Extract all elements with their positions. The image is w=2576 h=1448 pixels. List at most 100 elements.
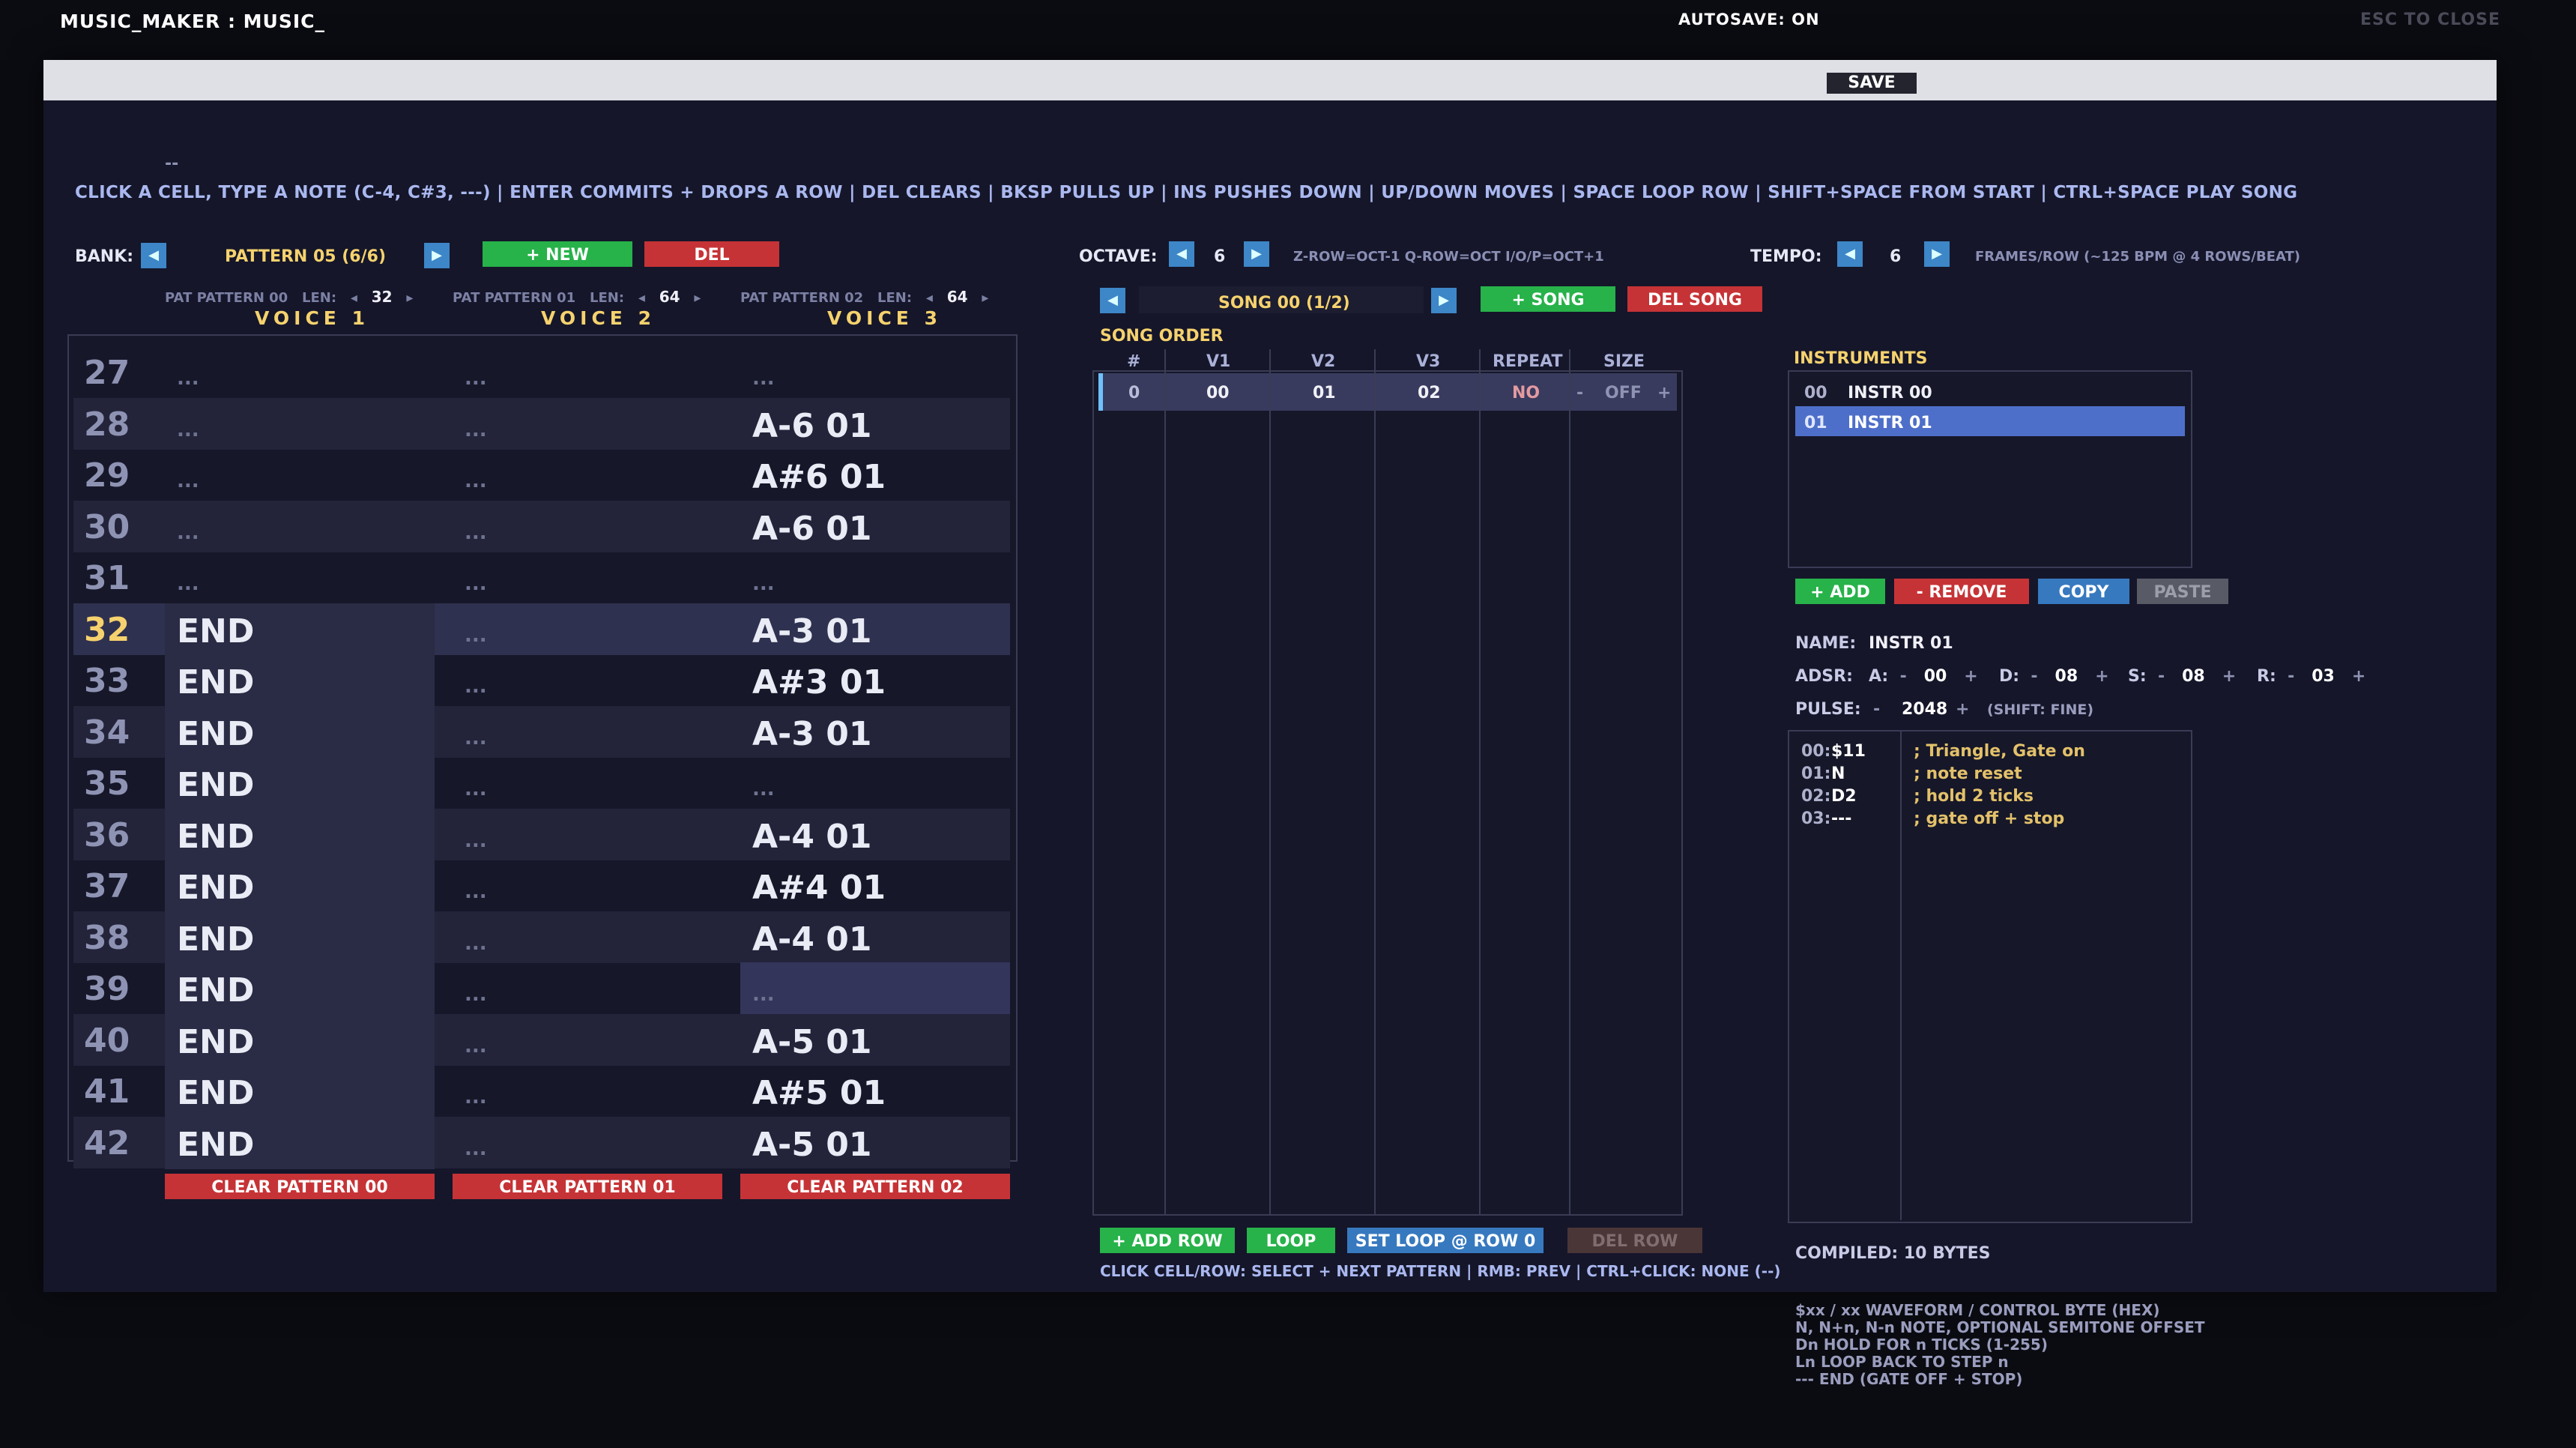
- pattern-cell[interactable]: A-6 01: [752, 510, 871, 548]
- release-plus-button[interactable]: +: [2352, 667, 2365, 686]
- clear-pattern-01-button[interactable]: CLEAR PATTERN 01: [453, 1174, 722, 1199]
- set-loop-button[interactable]: SET LOOP @ ROW 0: [1347, 1228, 1544, 1253]
- add-row-button[interactable]: + ADD ROW: [1100, 1228, 1235, 1253]
- song-next-button[interactable]: ▶: [1431, 288, 1457, 313]
- len-up-icon[interactable]: ▸: [982, 290, 988, 306]
- pattern-cell[interactable]: A#6 01: [752, 458, 886, 496]
- instrument-id[interactable]: 00: [1804, 384, 1827, 402]
- song-row-repeat[interactable]: NO: [1512, 384, 1540, 402]
- attack-plus-button[interactable]: +: [1964, 667, 1977, 686]
- pattern-cell[interactable]: ...: [465, 419, 487, 441]
- instrument-item-selected[interactable]: INSTR 01: [1848, 414, 1932, 432]
- pattern-cell[interactable]: ...: [752, 983, 775, 1006]
- pattern-cell[interactable]: ...: [465, 727, 487, 749]
- song-row-v2[interactable]: 01: [1313, 384, 1336, 402]
- song-order-row-selected[interactable]: [1098, 373, 1677, 411]
- pattern-cell[interactable]: A-5 01: [752, 1126, 871, 1164]
- pattern-cell[interactable]: END: [177, 1074, 254, 1112]
- size-minus-button[interactable]: -: [1576, 384, 1583, 402]
- program-command[interactable]: N: [1831, 764, 1845, 783]
- len-up-icon[interactable]: ▸: [406, 290, 413, 306]
- pulse-minus-button[interactable]: -: [1873, 700, 1880, 719]
- size-plus-button[interactable]: +: [1657, 384, 1671, 402]
- octave-down-button[interactable]: ◀: [1169, 241, 1194, 267]
- instrument-id[interactable]: 01: [1804, 414, 1827, 432]
- pattern-cell[interactable]: END: [177, 1023, 254, 1061]
- release-minus-button[interactable]: -: [2288, 667, 2294, 686]
- pattern-cell[interactable]: END: [177, 869, 254, 907]
- song-row-v1[interactable]: 00: [1206, 384, 1230, 402]
- pattern-cell[interactable]: ...: [465, 624, 487, 647]
- pattern-cell[interactable]: A#3 01: [752, 663, 886, 702]
- copy-instrument-button[interactable]: COPY: [2038, 579, 2129, 604]
- len-down-icon[interactable]: ◂: [926, 290, 933, 306]
- pattern-cell[interactable]: ...: [465, 983, 487, 1006]
- add-song-button[interactable]: + SONG: [1481, 286, 1615, 312]
- program-command[interactable]: $11: [1831, 742, 1866, 761]
- sustain-plus-button[interactable]: +: [2222, 667, 2236, 686]
- pattern-cell[interactable]: END: [177, 818, 254, 856]
- pattern-cell[interactable]: ...: [465, 367, 487, 390]
- pattern-cell[interactable]: END: [177, 715, 254, 753]
- decay-minus-button[interactable]: -: [2031, 667, 2037, 686]
- octave-up-button[interactable]: ▶: [1244, 241, 1269, 267]
- remove-instrument-button[interactable]: - REMOVE: [1894, 579, 2029, 604]
- pattern-cell[interactable]: A-3 01: [752, 715, 871, 753]
- decay-plus-button[interactable]: +: [2095, 667, 2108, 686]
- pattern-cell[interactable]: A-6 01: [752, 407, 871, 445]
- pattern-cell[interactable]: END: [177, 971, 254, 1010]
- bank-prev-button[interactable]: ◀: [141, 243, 166, 268]
- delete-row-button[interactable]: DEL ROW: [1567, 1228, 1702, 1253]
- pattern-cell[interactable]: ...: [752, 778, 775, 800]
- pattern-cell[interactable]: ...: [465, 675, 487, 698]
- loop-button[interactable]: LOOP: [1247, 1228, 1335, 1253]
- delete-pattern-button[interactable]: DEL: [644, 241, 779, 267]
- pattern-cell[interactable]: ...: [465, 1138, 487, 1160]
- pattern-cell[interactable]: A#5 01: [752, 1074, 886, 1112]
- instrument-item[interactable]: INSTR 00: [1848, 384, 1932, 402]
- pattern-cell[interactable]: A-4 01: [752, 818, 871, 856]
- pattern-cell[interactable]: ...: [465, 1086, 487, 1108]
- clear-pattern-02-button[interactable]: CLEAR PATTERN 02: [740, 1174, 1010, 1199]
- pattern-cell[interactable]: ...: [465, 1035, 487, 1058]
- bank-next-button[interactable]: ▶: [424, 243, 450, 268]
- program-command[interactable]: D2: [1831, 787, 1857, 806]
- pattern-cell[interactable]: ...: [177, 573, 199, 595]
- pattern-cell[interactable]: A-3 01: [752, 612, 871, 651]
- pattern-cell[interactable]: ...: [465, 881, 487, 903]
- pattern-cell[interactable]: ...: [177, 470, 199, 492]
- pattern-cell[interactable]: END: [177, 1126, 254, 1164]
- pattern-cell[interactable]: A-5 01: [752, 1023, 871, 1061]
- add-instrument-button[interactable]: + ADD: [1795, 579, 1885, 604]
- pattern-cell[interactable]: A-4 01: [752, 920, 871, 959]
- pattern-cell[interactable]: ...: [465, 573, 487, 595]
- tempo-up-button[interactable]: ▶: [1924, 241, 1950, 267]
- pattern-cell[interactable]: ...: [177, 419, 199, 441]
- pattern-cell[interactable]: A#4 01: [752, 869, 886, 907]
- clear-pattern-00-button[interactable]: CLEAR PATTERN 00: [165, 1174, 435, 1199]
- paste-instrument-button[interactable]: PASTE: [2137, 579, 2228, 604]
- pattern-cell[interactable]: END: [177, 766, 254, 804]
- pattern-cell[interactable]: ...: [177, 522, 199, 544]
- pattern-cell[interactable]: ...: [465, 522, 487, 544]
- instrument-name-field[interactable]: INSTR 01: [1869, 634, 1953, 653]
- delete-song-button[interactable]: DEL SONG: [1627, 286, 1762, 312]
- pattern-cell[interactable]: ...: [465, 778, 487, 800]
- new-pattern-button[interactable]: + NEW: [483, 241, 632, 267]
- len-down-icon[interactable]: ◂: [638, 290, 645, 306]
- pattern-cell[interactable]: ...: [465, 830, 487, 852]
- attack-minus-button[interactable]: -: [1900, 667, 1907, 686]
- pattern-cell[interactable]: END: [177, 920, 254, 959]
- song-prev-button[interactable]: ◀: [1100, 288, 1125, 313]
- program-command[interactable]: ---: [1831, 809, 1851, 828]
- pattern-cell[interactable]: ...: [752, 367, 775, 390]
- pattern-cell[interactable]: END: [177, 663, 254, 702]
- len-up-icon[interactable]: ▸: [694, 290, 701, 306]
- save-button[interactable]: SAVE: [1827, 73, 1917, 94]
- esc-to-close[interactable]: ESC TO CLOSE: [2360, 10, 2500, 29]
- song-row-v3[interactable]: 02: [1418, 384, 1441, 402]
- pattern-cell[interactable]: ...: [465, 932, 487, 955]
- pattern-cell[interactable]: ...: [752, 573, 775, 595]
- autosave-status[interactable]: AUTOSAVE: ON: [1678, 10, 1820, 28]
- pattern-cell[interactable]: END: [177, 612, 254, 651]
